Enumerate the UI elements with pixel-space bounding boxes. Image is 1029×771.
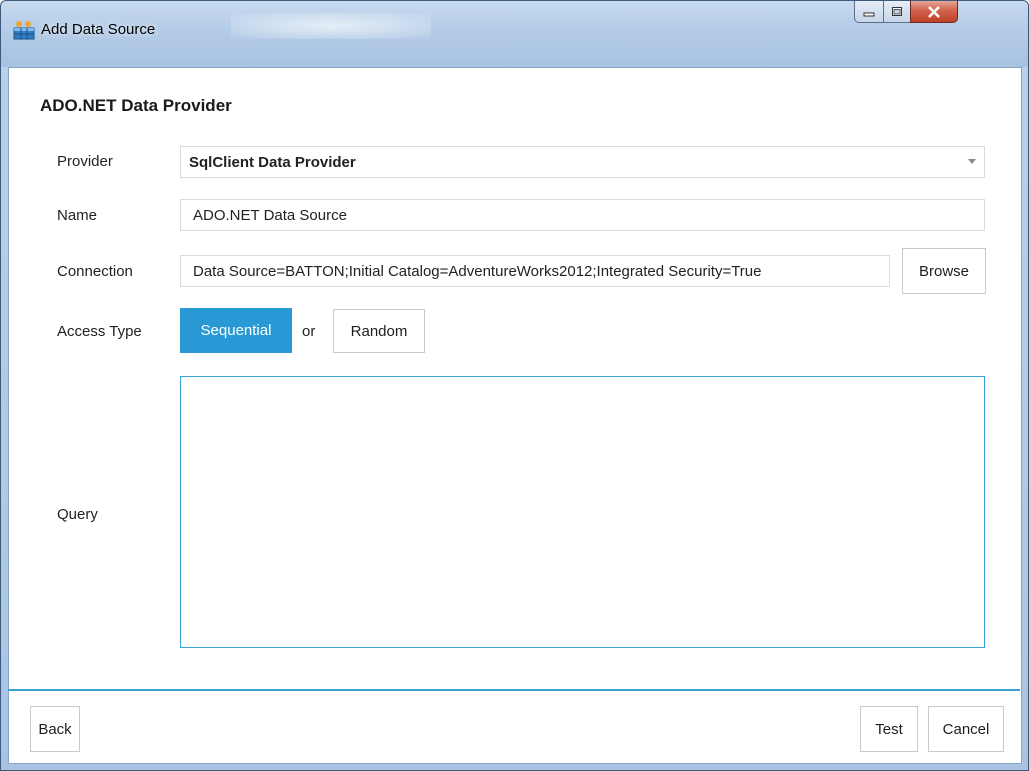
cancel-button[interactable]: Cancel (928, 706, 1004, 752)
close-icon (927, 5, 941, 18)
name-label: Name (57, 207, 98, 224)
provider-label: Provider (57, 153, 113, 170)
chevron-down-icon (968, 159, 976, 164)
title-bar-glow (231, 13, 431, 39)
name-value: ADO.NET Data Source (193, 206, 347, 224)
close-button[interactable] (910, 1, 958, 23)
browse-button[interactable]: Browse (902, 248, 986, 294)
back-button[interactable]: Back (30, 706, 80, 752)
sequential-option[interactable]: Sequential (180, 308, 292, 353)
connection-value: Data Source=BATTON;Initial Catalog=Adven… (193, 262, 762, 280)
maximize-button[interactable] (883, 1, 911, 23)
database-table-icon (13, 20, 35, 40)
page-title: ADO.NET Data Provider (40, 96, 232, 115)
footer-separator (8, 689, 1020, 691)
provider-dropdown[interactable]: SqlClient Data Provider (180, 146, 985, 178)
window-title: Add Data Source (41, 21, 156, 38)
name-field[interactable]: ADO.NET Data Source (180, 199, 985, 231)
random-option[interactable]: Random (333, 309, 425, 353)
access-type-label: Access Type (57, 323, 142, 340)
access-or-label: or (302, 323, 316, 340)
connection-field[interactable]: Data Source=BATTON;Initial Catalog=Adven… (180, 255, 890, 287)
connection-label: Connection (57, 263, 133, 280)
maximize-icon (891, 6, 903, 17)
minimize-button[interactable] (854, 1, 884, 23)
test-button[interactable]: Test (860, 706, 918, 752)
title-bar[interactable]: Add Data Source (1, 1, 1028, 67)
minimize-icon (863, 7, 875, 17)
provider-value: SqlClient Data Provider (189, 153, 356, 171)
query-textarea[interactable] (180, 376, 985, 648)
query-label: Query (57, 506, 98, 523)
